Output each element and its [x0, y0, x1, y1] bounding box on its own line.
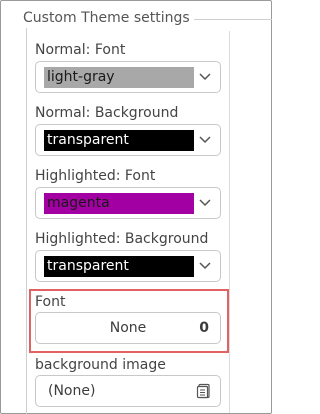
normal-background-combo[interactable]: transparent — [35, 124, 221, 156]
normal-font-swatch: light-gray — [44, 67, 194, 88]
settings-panel: Custom Theme settings Normal: Font light… — [0, 0, 272, 414]
group-title: Custom Theme settings — [23, 8, 194, 28]
background-image-label: background image — [35, 357, 166, 373]
normal-font-combo[interactable]: light-gray — [35, 61, 221, 93]
highlighted-background-label: Highlighted: Background — [35, 231, 209, 247]
highlighted-font-label: Highlighted: Font — [35, 168, 156, 184]
font-name: None — [109, 320, 147, 336]
scroll-divider — [229, 31, 230, 413]
normal-font-label: Normal: Font — [35, 42, 126, 58]
chevron-down-icon — [199, 73, 211, 81]
highlighted-background-combo[interactable]: transparent — [35, 250, 221, 282]
chevron-down-icon — [199, 262, 211, 270]
chevron-down-icon — [199, 199, 211, 207]
highlighted-font-combo[interactable]: magenta — [35, 187, 221, 219]
normal-background-label: Normal: Background — [35, 105, 179, 121]
background-image-button[interactable]: (None) — [35, 375, 221, 407]
chevron-down-icon — [199, 136, 211, 144]
font-chooser-button[interactable]: None 0 — [35, 312, 221, 344]
highlighted-background-swatch: transparent — [44, 256, 194, 277]
background-image-value: (None) — [48, 383, 96, 399]
font-label: Font — [35, 294, 66, 310]
normal-background-swatch: transparent — [44, 130, 194, 151]
file-open-icon — [196, 383, 210, 399]
font-size: 0 — [199, 320, 209, 336]
highlighted-font-swatch: magenta — [44, 193, 194, 214]
